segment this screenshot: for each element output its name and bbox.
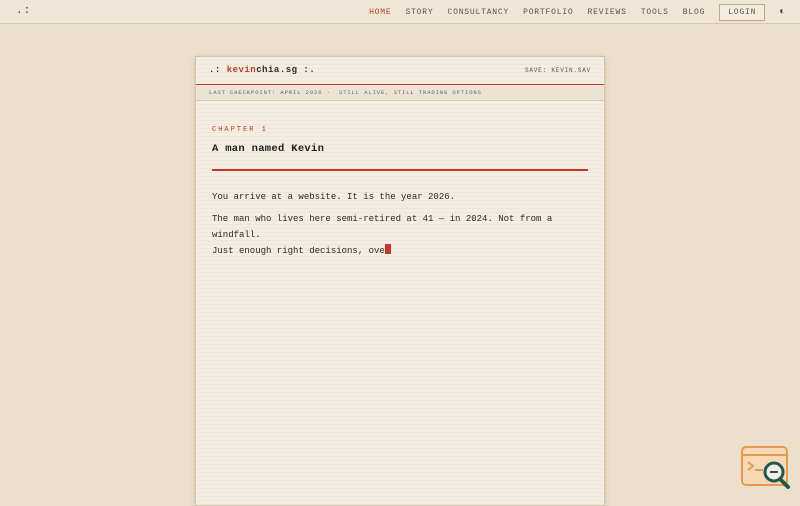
story-card: .: kevinchia.sg :. SAVE: KEVIN.SAV LAST … <box>195 56 605 506</box>
nav-story[interactable]: STORY <box>405 8 433 17</box>
search-widget-svg <box>741 446 790 489</box>
story-paragraph-1: You arrive at a website. It is the year … <box>212 192 456 202</box>
story-paragraph-2: The man who lives here semi-retired at 4… <box>212 211 592 259</box>
chapter-title: A man named Kevin <box>212 143 325 155</box>
story-paragraph-2-line-2: Just enough right decisions, ove <box>212 246 385 256</box>
nav-portfolio[interactable]: PORTFOLIO <box>523 8 573 17</box>
theme-toggle-icon[interactable]: ◐ <box>779 7 786 18</box>
login-button[interactable]: LOGIN <box>719 3 766 21</box>
card-header: .: kevinchia.sg :. SAVE: KEVIN.SAV <box>196 57 604 85</box>
typing-cursor <box>384 244 391 254</box>
nav-tools[interactable]: TOOLS <box>641 8 669 17</box>
nav-reviews[interactable]: REVIEWS <box>588 8 627 17</box>
nav-home[interactable]: HOME <box>369 8 391 17</box>
save-file-label: SAVE: KEVIN.SAV <box>524 67 591 74</box>
search-widget-icon[interactable] <box>741 446 791 490</box>
site-brand[interactable]: .: <box>16 5 31 17</box>
site-title-rest: chia.sg :. <box>256 65 316 75</box>
nav-consultancy[interactable]: CONSULTANCY <box>448 8 510 17</box>
nav-blog[interactable]: BLOG <box>683 8 705 17</box>
site-title-prefix: .: <box>209 65 227 75</box>
site-title: .: kevinchia.sg :. <box>209 65 315 75</box>
story-paragraph-2-line-1: The man who lives here semi-retired at 4… <box>212 214 553 240</box>
main-nav: HOME STORY CONSULTANCY PORTFOLIO REVIEWS… <box>355 0 786 24</box>
site-title-highlight: kevin <box>226 65 257 75</box>
checkpoint-date: LAST CHECKPOINT: APRIL 2026 <box>209 89 323 96</box>
checkpoint-status-line: LAST CHECKPOINT: APRIL 2026 · STILL ALIV… <box>196 85 604 101</box>
status-separator: · <box>327 89 332 96</box>
status-message: STILL ALIVE, STILL TRADING OPTIONS <box>339 89 482 96</box>
chapter-label: CHAPTER 1 <box>212 126 268 134</box>
chapter-divider <box>212 169 588 171</box>
top-navigation-bar: .: HOME STORY CONSULTANCY PORTFOLIO REVI… <box>0 0 800 24</box>
